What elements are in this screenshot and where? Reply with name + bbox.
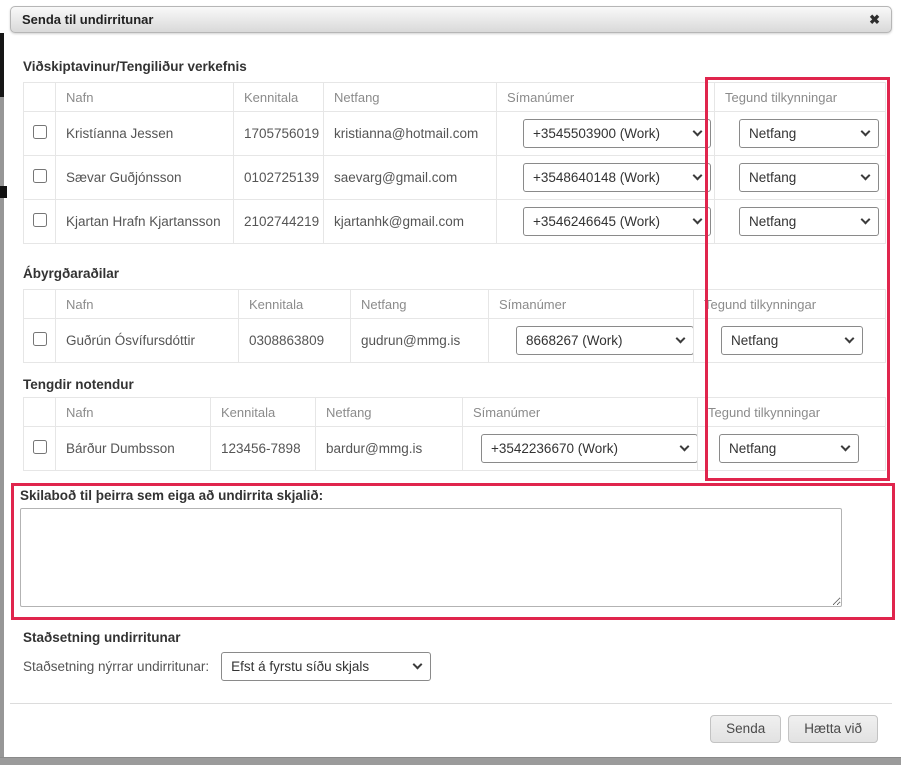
cancel-button[interactable]: Hætta við [788,715,878,743]
cell-name: Kristíanna Jessen [56,112,234,156]
notification-type-select[interactable]: Netfang [721,326,863,355]
linked-users-table: Nafn Kennitala Netfang Símanúmer Tegund … [23,397,886,471]
header-checkbox-col [24,398,56,427]
col-header-netfang: Netfang [316,398,463,427]
col-header-tegund: Tegund tilkynningar [715,83,886,112]
dialog-title: Senda til undirritunar [22,12,153,27]
section-heading-responsible-parties: Ábyrgðaraðilar [23,265,886,282]
send-button[interactable]: Senda [710,715,781,743]
dialog-footer: Senda Hætta við [10,703,892,752]
cell-netfang: kjartanhk@gmail.com [324,200,497,244]
chevron-down-icon [841,442,851,452]
section-heading-project-contacts: Viðskiptavinur/Tengiliður verkefnis [23,58,886,75]
col-header-simanumer: Símanúmer [489,290,694,319]
phone-select[interactable]: +3548640148 (Work) [523,163,711,192]
cell-kennitala: 0308863809 [239,319,351,363]
chevron-down-icon [680,442,690,452]
header-checkbox-col [24,290,56,319]
notification-type-select[interactable]: Netfang [739,119,879,148]
col-header-nafn: Nafn [56,83,234,112]
chevron-down-icon [861,215,871,225]
background-page-notch [0,186,7,198]
placement-select[interactable]: Efst á fyrstu síðu skjals [221,652,431,681]
col-header-tegund: Tegund tilkynningar [694,290,886,319]
notification-type-select[interactable]: Netfang [739,163,879,192]
cell-netfang: kristianna@hotmail.com [324,112,497,156]
phone-select[interactable]: +3546246645 (Work) [523,207,711,236]
chevron-down-icon [861,171,871,181]
dialog-titlebar[interactable]: Senda til undirritunar ✖ [10,6,892,33]
chevron-down-icon [413,660,423,670]
background-bottom-edge [0,757,901,765]
signer-message-annotation-box: Skilaboð til þeirra sem eiga að undirrit… [11,483,895,620]
col-header-netfang: Netfang [351,290,489,319]
chevron-down-icon [693,215,703,225]
section-project-contacts: Viðskiptavinur/Tengiliður verkefnis Nafn… [23,58,886,244]
phone-select[interactable]: +3542236670 (Work) [481,434,698,463]
cell-name: Sævar Guðjónsson [56,156,234,200]
col-header-tegund: Tegund tilkynningar [698,398,886,427]
header-checkbox-col [24,83,56,112]
phone-select[interactable]: +3545503900 (Work) [523,119,711,148]
section-responsible-parties: Ábyrgðaraðilar Nafn Kennitala Netfang Sí… [23,265,886,363]
chevron-down-icon [845,334,855,344]
row-checkbox[interactable] [33,213,47,227]
dialog-content: Viðskiptavinur/Tengiliður verkefnis Nafn… [10,33,892,752]
chevron-down-icon [676,334,686,344]
col-header-nafn: Nafn [56,290,239,319]
row-checkbox[interactable] [33,125,47,139]
placement-row: Staðsetning nýrrar undirritunar: Efst á … [23,652,886,681]
table-row: Kjartan Hrafn Kjartansson 2102744219 kja… [24,200,886,244]
signer-message-input[interactable] [20,508,842,607]
cell-netfang: saevarg@gmail.com [324,156,497,200]
table-row: Guðrún Ósvífursdóttir 0308863809 gudrun@… [24,319,886,363]
cell-netfang: gudrun@mmg.is [351,319,489,363]
chevron-down-icon [693,127,703,137]
col-header-kennitala: Kennitala [234,83,324,112]
cell-kennitala: 2102744219 [234,200,324,244]
phone-select[interactable]: 8668267 (Work) [516,326,694,355]
col-header-simanumer: Símanúmer [497,83,715,112]
cell-kennitala: 0102725139 [234,156,324,200]
col-header-kennitala: Kennitala [211,398,316,427]
table-row: Kristíanna Jessen 1705756019 kristianna@… [24,112,886,156]
section-heading-linked-users: Tengdir notendur [23,376,886,393]
col-header-nafn: Nafn [56,398,211,427]
row-checkbox[interactable] [33,332,47,346]
placement-label: Staðsetning nýrrar undirritunar: [23,659,209,674]
cell-kennitala: 1705756019 [234,112,324,156]
chevron-down-icon [693,171,703,181]
cell-name: Guðrún Ósvífursdóttir [56,319,239,363]
background-page-edge-dark [0,33,4,97]
notification-type-select[interactable]: Netfang [739,207,879,236]
cell-name: Kjartan Hrafn Kjartansson [56,200,234,244]
table-header-row: Nafn Kennitala Netfang Símanúmer Tegund … [24,290,886,319]
placement-heading: Staðsetning undirritunar [23,629,886,646]
table-header-row: Nafn Kennitala Netfang Símanúmer Tegund … [24,398,886,427]
section-linked-users: Tengdir notendur Nafn Kennitala Netfang … [23,376,886,471]
chevron-down-icon [861,127,871,137]
table-header-row: Nafn Kennitala Netfang Símanúmer Tegund … [24,83,886,112]
col-header-kennitala: Kennitala [239,290,351,319]
signer-message-label: Skilaboð til þeirra sem eiga að undirrit… [20,488,878,504]
notification-type-select[interactable]: Netfang [719,434,859,463]
cell-netfang: bardur@mmg.is [316,427,463,471]
close-icon[interactable]: ✖ [869,13,880,26]
col-header-netfang: Netfang [324,83,497,112]
responsible-parties-table: Nafn Kennitala Netfang Símanúmer Tegund … [23,289,886,363]
table-row: Sævar Guðjónsson 0102725139 saevarg@gmai… [24,156,886,200]
row-checkbox[interactable] [33,169,47,183]
col-header-simanumer: Símanúmer [463,398,698,427]
cell-kennitala: 123456-7898 [211,427,316,471]
background-page-edge [0,33,4,757]
row-checkbox[interactable] [33,440,47,454]
send-to-signing-dialog: Senda til undirritunar ✖ Viðskiptavinur/… [10,6,892,752]
table-row: Bárður Dumbsson 123456-7898 bardur@mmg.i… [24,427,886,471]
cell-name: Bárður Dumbsson [56,427,211,471]
project-contacts-table: Nafn Kennitala Netfang Símanúmer Tegund … [23,82,886,244]
